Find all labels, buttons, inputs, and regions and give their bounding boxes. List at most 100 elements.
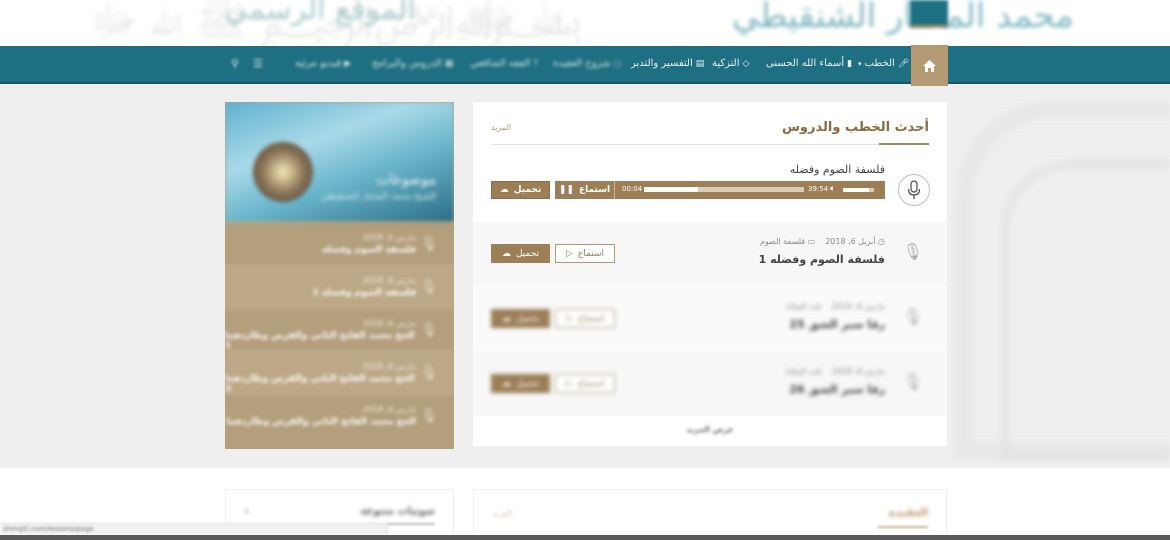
section-title: العقيدة xyxy=(888,506,928,519)
date-text: مارس 6, 2018 xyxy=(831,302,885,311)
lecture-row: 🎙︎ ◷ أبريل 6, 2018 ▭ فلسفة الصوم فلسفة ا… xyxy=(473,222,947,286)
nav-item-label: فيديو مرئية xyxy=(295,58,342,69)
diamond-icon: ◇ xyxy=(742,58,750,69)
category-link[interactable]: ▭ فلسفة الصوم xyxy=(760,237,815,246)
lecture-meta: مارس 6, 2018 ثلث الصلاة xyxy=(786,367,885,376)
download-button[interactable]: ☁ تحميل xyxy=(491,181,550,199)
sidebar-item[interactable]: 🎙︎ مارس 6, 2018 الحج محمد الفاتح الثاني … xyxy=(225,394,454,437)
show-more-button[interactable]: عرض المزيد xyxy=(473,425,947,434)
sidebar-item-title: الحج محمد الفاتح الثاني والقرص وطاردهما … xyxy=(225,374,415,394)
volume-slider[interactable] xyxy=(843,188,874,192)
site-logo[interactable]: محمد المختار الشنقيطي xyxy=(732,0,1074,36)
listen-label: استماع xyxy=(577,313,604,324)
menu-icon[interactable]: ☰ xyxy=(253,57,263,70)
nav-item-khutab[interactable]: ▾ الخطب 🎤︎ xyxy=(858,58,909,69)
lecture-row: 🎙︎ مارس 6, 2018 ثلث الصلاة رقا سبر الشق … xyxy=(473,352,947,416)
header-logo-secondary[interactable]: الموقع الرسمي xyxy=(224,0,416,27)
nav-home-button[interactable] xyxy=(911,45,948,86)
category-text[interactable]: ثلث الصلاة xyxy=(786,367,822,376)
banner-title: موضوعات xyxy=(376,172,436,188)
section-title-underline xyxy=(387,523,435,525)
download-button[interactable]: ☁ تحميل xyxy=(491,309,550,328)
nav-item-tafsir[interactable]: التفسير والتدبر ▤ xyxy=(631,58,704,69)
section-title-underline xyxy=(878,526,928,528)
nav-item-tazkiya[interactable]: التزكية ◇ xyxy=(712,58,749,69)
microphone-icon: 🎤︎ xyxy=(897,58,910,69)
sidebar-item-title: فلسفة الصوم وفضله xyxy=(322,245,416,255)
download-label: تحميل xyxy=(515,248,540,259)
nav-item-aqida[interactable]: شروح العقيدة ○ xyxy=(553,58,621,69)
download-label: تحميل xyxy=(513,185,542,195)
bulb-icon: ○ xyxy=(613,58,622,69)
microphone-icon: 🎙︎ xyxy=(420,236,438,252)
sidebar-item[interactable]: 🎙︎ مارس 6, 2018 فلسفة الصوم وفضله 1 xyxy=(225,265,454,308)
topics-banner[interactable]: موضوعات الشيخ محمد المختار الشنقيطي xyxy=(225,102,454,222)
sidebar-topics: موضوعات الشيخ محمد المختار الشنقيطي 🎙︎ م… xyxy=(225,102,454,449)
logo-emblem[interactable] xyxy=(910,0,948,28)
nav-item-label: الخطب xyxy=(864,58,895,69)
microphone-icon: 🎙︎ xyxy=(420,322,438,338)
listen-label: استماع xyxy=(577,248,604,259)
nav-item-fiqh[interactable]: الفقه الشافعي ? xyxy=(470,58,538,69)
header-decoration-2: ﷲ ﷻ xyxy=(470,0,563,42)
sidebar-item[interactable]: 🎙︎ مارس 6, 2018 فلسفة الصوم وفضله xyxy=(225,222,454,265)
listen-button[interactable]: ▷ استماع xyxy=(555,374,615,393)
microphone-icon: 🎙︎ xyxy=(420,408,438,424)
cloud-download-icon: ☁ xyxy=(501,248,511,259)
progress-fill xyxy=(644,187,699,192)
featured-lecture-title[interactable]: فلسفة الصوم وفضله xyxy=(790,163,885,176)
banner-subtitle: الشيخ محمد المختار الشنقيطي xyxy=(320,192,436,202)
microphone-icon: 🎙︎ xyxy=(902,372,923,391)
lecture-title[interactable]: رقا سبر الشق 26 xyxy=(789,383,885,396)
main-nav: ▾ الخطب 🎤︎ أسماء الله الحسنى ▮ التزكية ◇… xyxy=(0,45,1170,86)
more-link[interactable]: المزيد xyxy=(491,123,511,132)
sidebar-item-date: مارس 6, 2018 xyxy=(362,233,416,242)
nav-item-label: شروح العقيدة xyxy=(553,58,611,69)
lecture-meta: مارس 6, 2018 ثلث الصلاة xyxy=(786,302,885,311)
close-icon[interactable]: x xyxy=(244,507,249,517)
date-text: أبريل 6, 2018 xyxy=(825,237,876,246)
current-time: 00:04 xyxy=(622,185,643,193)
sidebar-item-date: مارس 6, 2018 xyxy=(362,362,416,371)
nav-item-label: أسماء الله الحسنى xyxy=(766,58,845,69)
nav-item-video[interactable]: فيديو مرئية ▶ xyxy=(295,58,351,69)
section-divider xyxy=(491,144,929,145)
sidebar-item-title: الحج محمد الفاتح الثاني والقرص وطاردهما xyxy=(226,417,416,427)
nav-item-asma[interactable]: أسماء الله الحسنى ▮ xyxy=(766,58,852,69)
video-icon: ▶ xyxy=(344,58,352,69)
play-icon: ▷ xyxy=(566,378,573,389)
download-label: تحميل xyxy=(515,313,540,324)
download-button[interactable]: ☁ تحميل xyxy=(491,374,550,393)
download-label: تحميل xyxy=(515,378,540,389)
lecture-title[interactable]: رقا سبر الشق 25 xyxy=(789,318,885,331)
status-bar-url: shinqiti.com/lessons/page xyxy=(0,523,388,535)
progress-slider[interactable] xyxy=(644,187,804,192)
book-icon: ▤ xyxy=(695,58,705,69)
nav-item-label: الدروس والبرامج xyxy=(372,58,442,69)
lecture-title[interactable]: فلسفة الصوم وفضله 1 xyxy=(759,253,885,266)
volume-icon[interactable]: 🔈︎ xyxy=(830,184,835,194)
microphone-icon: 🎙︎ xyxy=(420,279,438,295)
sidebar-item-title: الحج محمد الفاتح الثاني والقرص وطاردهما … xyxy=(225,331,415,351)
date-text: مارس 6, 2018 xyxy=(831,367,885,376)
search-icon[interactable]: ⚲ xyxy=(231,57,239,70)
cloud-download-icon: ☁ xyxy=(501,378,511,389)
listen-button[interactable]: ▷ استماع xyxy=(555,244,615,263)
cloud-download-icon: ☁ xyxy=(501,313,511,324)
sidebar-item[interactable]: 🎙︎ مارس 6, 2018 الحج محمد الفاتح الثاني … xyxy=(225,351,454,394)
sidebar-item[interactable]: 🎙︎ مارس 6, 2018 الحج محمد الفاتح الثاني … xyxy=(225,308,454,351)
sidebar-item-title: فلسفة الصوم وفضله 1 xyxy=(312,288,416,298)
download-button[interactable]: ☁ تحميل xyxy=(491,244,550,263)
category-text[interactable]: ثلث الصلاة xyxy=(786,302,822,311)
pause-button[interactable]: ❚❚ استماع xyxy=(555,181,615,199)
more-link[interactable]: المزيد xyxy=(492,509,512,518)
chevron-down-icon: ▾ xyxy=(858,59,862,68)
microphone-icon xyxy=(907,180,921,199)
section-title: أحدث الخطب والدروس xyxy=(781,120,929,135)
listen-button[interactable]: ▷ استماع xyxy=(555,309,615,328)
listen-label: استماع xyxy=(578,185,611,195)
bookmark-icon: ▮ xyxy=(847,58,853,69)
site-header: ﷺ ﷲ ﷻ ﷽ ﷲ ﷻ الموقع الرسمي محمد المختار ا… xyxy=(0,0,1170,46)
nav-item-durus[interactable]: الدروس والبرامج ▦ xyxy=(372,58,453,69)
nav-item-label: الفقه الشافعي xyxy=(470,58,531,69)
